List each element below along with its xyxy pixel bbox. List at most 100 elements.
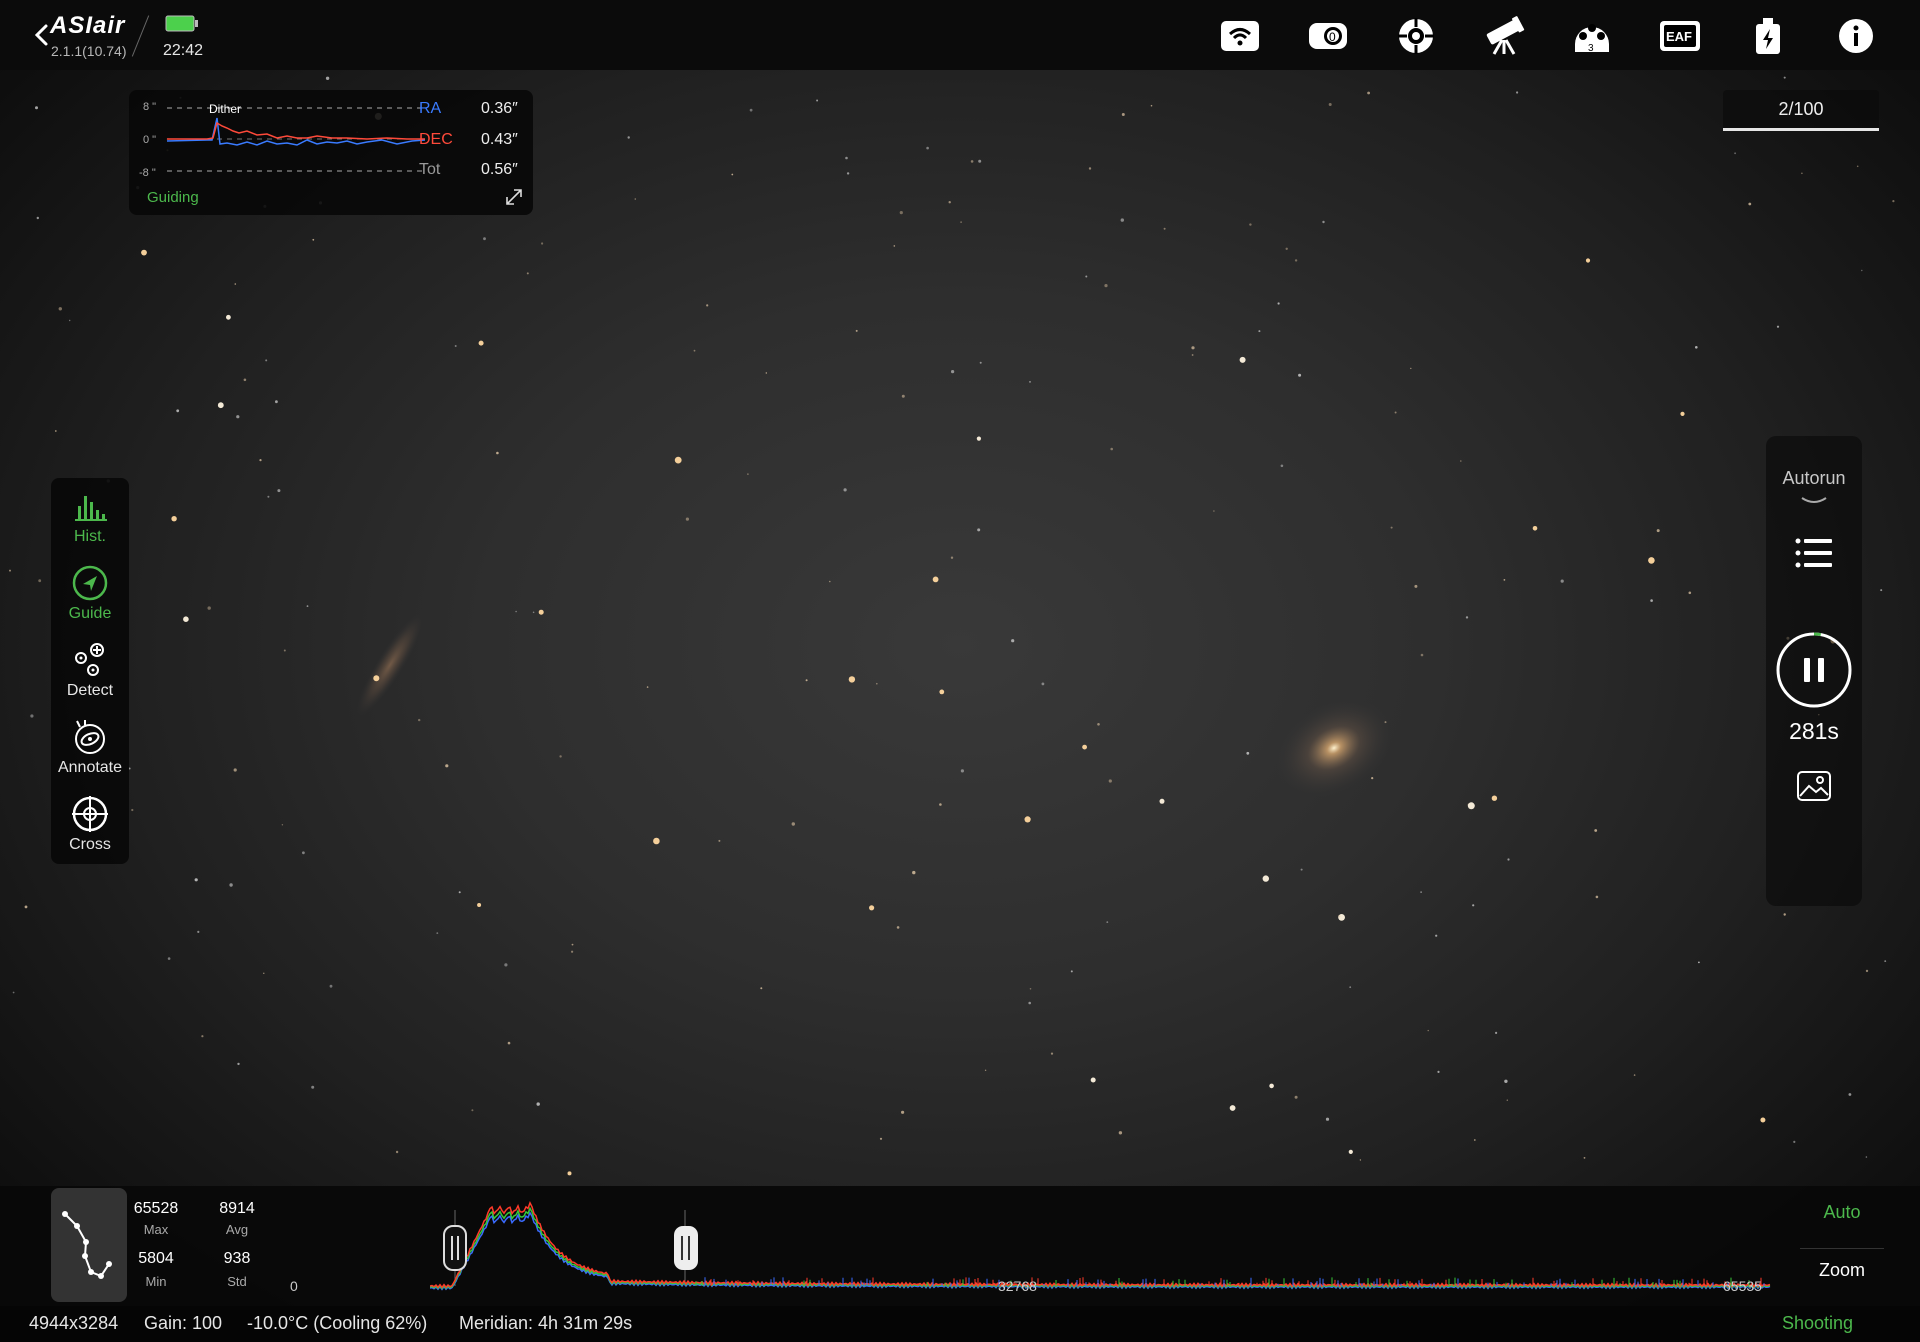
star <box>1427 1029 1429 1032</box>
star <box>1367 91 1370 95</box>
star <box>869 905 875 911</box>
star <box>237 1062 240 1066</box>
constellation-icon <box>62 1211 112 1279</box>
status-bar: 4944x3284 Gain: 100 -10.0°C (Cooling 62%… <box>0 1306 1920 1342</box>
star <box>1420 653 1424 657</box>
star <box>1595 895 1599 899</box>
tool-histogram[interactable]: Hist. <box>51 478 129 550</box>
star <box>1110 447 1113 451</box>
star <box>1106 921 1109 923</box>
power-usb-icon[interactable] <box>1746 14 1790 58</box>
guiding-panel[interactable]: 8 " 0 " -8 " Dither RA 0.36″ DEC 0.43″ T… <box>129 90 533 215</box>
tool-annotate[interactable]: Annotate <box>51 709 129 781</box>
star <box>1024 816 1031 823</box>
image-preview-button[interactable] <box>1796 770 1832 802</box>
zoom-button[interactable]: Zoom <box>1800 1248 1884 1291</box>
guide-graph <box>167 107 427 172</box>
app-version: 2.1.1(10.74) <box>51 43 127 59</box>
star <box>1262 875 1270 882</box>
star <box>30 714 34 718</box>
star <box>541 242 544 245</box>
star <box>948 201 951 204</box>
star <box>1472 904 1475 907</box>
star <box>1516 91 1519 94</box>
star <box>496 451 499 455</box>
star <box>302 851 305 855</box>
star <box>1269 1083 1274 1089</box>
star <box>1249 223 1252 226</box>
star <box>1410 367 1412 370</box>
star <box>1506 1099 1509 1101</box>
autorun-list-button[interactable] <box>1794 536 1834 570</box>
star <box>201 1035 204 1038</box>
eaf-focuser-icon[interactable]: EAF <box>1658 14 1702 58</box>
white-point-handle[interactable] <box>674 1226 698 1270</box>
chevron-down-icon[interactable] <box>1800 494 1828 506</box>
guide-camera-icon[interactable] <box>1394 14 1438 58</box>
star <box>879 1137 883 1140</box>
sensor-temperature: -10.0°C (Cooling 62%) <box>247 1313 428 1333</box>
star <box>706 304 709 307</box>
dec-error-line <box>167 121 425 140</box>
star <box>1285 247 1288 250</box>
histogram-bar: 65528 Max 8914 Avg 5804 Min 938 Std 0 32… <box>0 1186 1920 1306</box>
star <box>536 1102 540 1106</box>
tool-annotate-label: Annotate <box>57 759 123 776</box>
stat-max-value: 65528 <box>133 1200 179 1217</box>
star <box>1594 829 1598 832</box>
star <box>515 610 517 613</box>
star <box>267 495 270 498</box>
telescope-icon[interactable] <box>1482 14 1526 58</box>
camera-gain: Gain: 100 <box>144 1313 223 1333</box>
star <box>977 528 981 532</box>
wifi-icon[interactable] <box>1218 14 1262 58</box>
star <box>1507 858 1510 861</box>
tot-value: 0.56″ <box>481 161 518 178</box>
star <box>1865 969 1869 973</box>
black-point-handle[interactable] <box>443 1225 467 1271</box>
star <box>504 963 508 967</box>
star <box>194 878 198 882</box>
star <box>1349 986 1352 989</box>
star <box>35 106 38 110</box>
eaf-label: EAF <box>1666 29 1692 44</box>
exposure-countdown: 281s <box>1789 718 1839 744</box>
star <box>1633 1074 1636 1076</box>
star <box>436 932 439 934</box>
camera-icon[interactable]: 0 <box>1306 14 1350 58</box>
histogram-axis-mid: 32768 <box>998 1278 1037 1294</box>
plate-solve-thumbnail[interactable] <box>51 1188 127 1302</box>
tool-detect[interactable]: Detect <box>51 632 129 704</box>
tool-guide[interactable]: Guide <box>51 555 129 627</box>
star <box>960 769 965 773</box>
star <box>1029 988 1032 990</box>
star <box>1300 868 1303 871</box>
star <box>1465 616 1469 619</box>
star <box>1848 1093 1852 1096</box>
star <box>718 839 721 842</box>
histogram-red-channel <box>430 1201 1771 1289</box>
star <box>1371 777 1374 780</box>
star <box>373 675 380 682</box>
pause-button[interactable] <box>1776 632 1852 708</box>
auto-stretch-button[interactable]: Auto <box>1800 1202 1884 1223</box>
histogram-plot[interactable] <box>430 1194 1780 1294</box>
star <box>24 905 28 909</box>
star <box>229 883 233 887</box>
filter-wheel-icon[interactable]: 3 <box>1570 14 1614 58</box>
star <box>559 755 562 758</box>
star <box>454 345 457 347</box>
star <box>141 249 147 256</box>
tool-cross[interactable]: Cross <box>51 786 129 858</box>
star <box>571 943 574 946</box>
autorun-label: Autorun <box>1782 468 1846 488</box>
info-icon[interactable] <box>1834 14 1878 58</box>
star <box>38 579 42 583</box>
star <box>1191 346 1195 350</box>
star <box>829 580 831 583</box>
star <box>458 891 461 894</box>
star <box>939 689 945 695</box>
expand-icon[interactable] <box>504 187 524 207</box>
star <box>1491 795 1498 801</box>
star <box>477 903 482 907</box>
